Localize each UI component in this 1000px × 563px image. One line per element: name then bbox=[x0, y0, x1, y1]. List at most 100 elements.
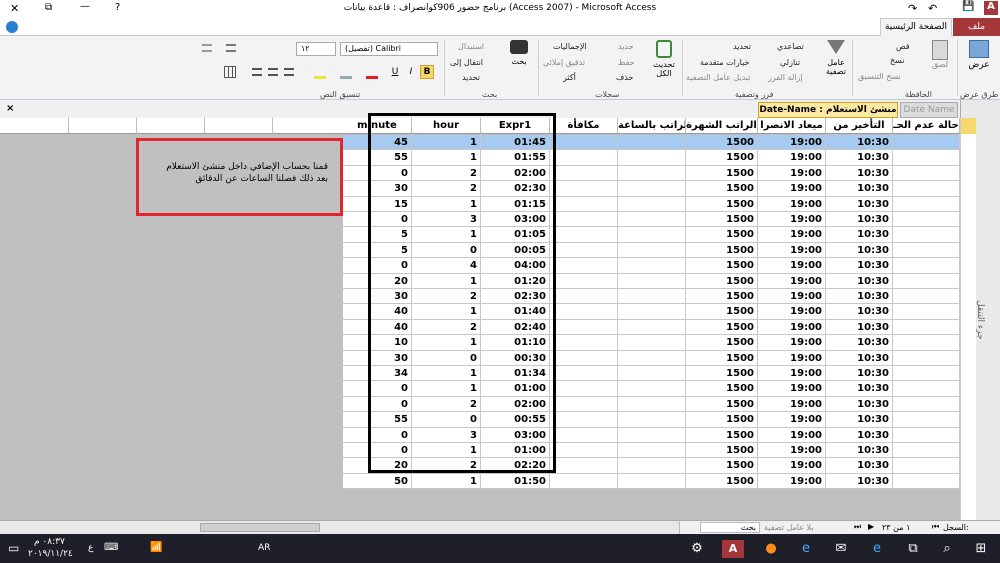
column-header-status[interactable]: حالة عدم الحـ bbox=[893, 118, 960, 134]
cell-status[interactable] bbox=[893, 273, 960, 289]
cell-status[interactable] bbox=[893, 350, 960, 366]
cell-late-from[interactable]: 10:30 bbox=[826, 427, 893, 443]
cell-late-from[interactable]: 10:30 bbox=[826, 196, 893, 212]
cell-leave-time[interactable]: 19:00 bbox=[758, 443, 826, 459]
cell-late-from[interactable]: 10:30 bbox=[826, 366, 893, 382]
underline-button[interactable]: U bbox=[388, 65, 402, 79]
cell-hourly-salary[interactable] bbox=[618, 350, 686, 366]
font-select[interactable]: (تفصيل) Calibri bbox=[340, 42, 438, 56]
cell-late-from[interactable]: 10:30 bbox=[826, 335, 893, 351]
cell-bonus[interactable] bbox=[550, 227, 618, 243]
remove-sort-button[interactable]: إزالة الفرز bbox=[768, 73, 803, 82]
row-selector-column[interactable] bbox=[960, 118, 976, 520]
cell-monthly-salary[interactable]: 1500 bbox=[686, 165, 758, 182]
cell-leave-time[interactable]: 19:00 bbox=[758, 412, 826, 428]
cell-monthly-salary[interactable]: 1500 bbox=[686, 350, 758, 366]
cell-monthly-salary[interactable]: 1500 bbox=[686, 289, 758, 305]
cell-monthly-salary[interactable]: 1500 bbox=[686, 473, 758, 490]
cell-leave-time[interactable]: 19:00 bbox=[758, 473, 826, 490]
cell-monthly-salary[interactable]: 1500 bbox=[686, 427, 758, 443]
cell-leave-time[interactable]: 19:00 bbox=[758, 304, 826, 320]
font-color-icon[interactable] bbox=[366, 65, 378, 79]
mail-icon[interactable]: ✉ bbox=[832, 540, 850, 558]
cell-late-from[interactable]: 10:30 bbox=[826, 350, 893, 366]
format-painter-button[interactable]: نسخ التنسيق bbox=[858, 72, 901, 81]
column-header-monthly-salary[interactable]: الراتب الشهرة bbox=[686, 118, 758, 134]
network-icon[interactable]: 📶 bbox=[150, 542, 162, 553]
cell-late-from[interactable]: 10:30 bbox=[826, 443, 893, 459]
cell-bonus[interactable] bbox=[550, 181, 618, 197]
search-box[interactable]: بحث bbox=[700, 522, 760, 533]
cell-hourly-salary[interactable] bbox=[618, 242, 686, 259]
cell-hourly-salary[interactable] bbox=[618, 381, 686, 397]
tab-table-date-name[interactable]: Date Name bbox=[900, 102, 958, 118]
cell-hourly-salary[interactable] bbox=[618, 165, 686, 182]
cell-monthly-salary[interactable]: 1500 bbox=[686, 458, 758, 474]
cell-hourly-salary[interactable] bbox=[618, 212, 686, 228]
list-icon[interactable] bbox=[226, 44, 236, 52]
cell-hourly-salary[interactable] bbox=[618, 273, 686, 289]
first-record-button[interactable]: ⏮ bbox=[932, 522, 939, 532]
cell-monthly-salary[interactable]: 1500 bbox=[686, 273, 758, 289]
cell-leave-time[interactable]: 19:00 bbox=[758, 196, 826, 212]
column-header-bonus[interactable]: مكافأة bbox=[550, 118, 618, 134]
cell-status[interactable] bbox=[893, 473, 960, 490]
cell-late-from[interactable]: 10:30 bbox=[826, 396, 893, 413]
cell-hourly-salary[interactable] bbox=[618, 473, 686, 490]
cell-bonus[interactable] bbox=[550, 427, 618, 443]
cell-hourly-salary[interactable] bbox=[618, 458, 686, 474]
sort-ascending-button[interactable]: تصاعدي bbox=[777, 42, 804, 51]
cell-status[interactable] bbox=[893, 181, 960, 197]
cell-late-from[interactable]: 10:30 bbox=[826, 304, 893, 320]
language-indicator[interactable]: AR bbox=[258, 543, 270, 553]
cell-hourly-salary[interactable] bbox=[618, 181, 686, 197]
cell-monthly-salary[interactable]: 1500 bbox=[686, 319, 758, 336]
selection-button[interactable]: تحديد bbox=[733, 42, 751, 51]
align-left-icon[interactable] bbox=[252, 68, 262, 76]
keyboard-icon[interactable]: ⌨ bbox=[104, 542, 118, 553]
cell-hourly-salary[interactable] bbox=[618, 366, 686, 382]
cell-leave-time[interactable]: 19:00 bbox=[758, 258, 826, 274]
cell-leave-time[interactable]: 19:00 bbox=[758, 273, 826, 289]
cell-hourly-salary[interactable] bbox=[618, 289, 686, 305]
cell-leave-time[interactable]: 19:00 bbox=[758, 242, 826, 259]
cell-late-from[interactable]: 10:30 bbox=[826, 273, 893, 289]
column-header-leave-time[interactable]: ميعاد الانصرا bbox=[758, 118, 826, 134]
cell-bonus[interactable] bbox=[550, 381, 618, 397]
cell-hourly-salary[interactable] bbox=[618, 319, 686, 336]
indent-icon[interactable] bbox=[202, 44, 212, 52]
clock-date[interactable]: ٢٠١٩/١١/٢٤ bbox=[28, 549, 73, 559]
cell-leave-time[interactable]: 19:00 bbox=[758, 227, 826, 243]
cell-bonus[interactable] bbox=[550, 319, 618, 336]
keyboard-lang[interactable]: ع bbox=[88, 543, 93, 553]
cell-bonus[interactable] bbox=[550, 258, 618, 274]
totals-button[interactable]: الإجماليات bbox=[553, 42, 587, 51]
cell-monthly-salary[interactable]: 1500 bbox=[686, 135, 758, 151]
cell-status[interactable] bbox=[893, 135, 960, 151]
cell-monthly-salary[interactable]: 1500 bbox=[686, 242, 758, 259]
tab-home[interactable]: الصفحة الرئيسية bbox=[880, 18, 952, 36]
bold-button[interactable]: B bbox=[420, 65, 434, 79]
new-record-button[interactable]: جديد bbox=[618, 42, 634, 51]
column-header-hourly-salary[interactable]: الراتب بالساعة bbox=[618, 118, 686, 134]
cell-status[interactable] bbox=[893, 242, 960, 259]
windows-start-icon[interactable]: ⊞ bbox=[972, 540, 990, 558]
cell-late-from[interactable]: 10:30 bbox=[826, 381, 893, 397]
cell-monthly-salary[interactable]: 1500 bbox=[686, 381, 758, 397]
cell-bonus[interactable] bbox=[550, 273, 618, 289]
cell-bonus[interactable] bbox=[550, 473, 618, 490]
cell-expr1[interactable]: 01:50 bbox=[481, 473, 550, 490]
cell-late-from[interactable]: 10:30 bbox=[826, 181, 893, 197]
close-document-icon[interactable]: × bbox=[6, 103, 14, 114]
cell-monthly-salary[interactable]: 1500 bbox=[686, 181, 758, 197]
sort-descending-button[interactable]: تنازلي bbox=[780, 58, 800, 67]
cell-hourly-salary[interactable] bbox=[618, 443, 686, 459]
cell-status[interactable] bbox=[893, 150, 960, 166]
cell-leave-time[interactable]: 19:00 bbox=[758, 381, 826, 397]
current-row-selector[interactable] bbox=[961, 118, 976, 134]
cell-late-from[interactable]: 10:30 bbox=[826, 150, 893, 166]
cell-monthly-salary[interactable]: 1500 bbox=[686, 212, 758, 228]
cell-status[interactable] bbox=[893, 258, 960, 274]
cell-status[interactable] bbox=[893, 381, 960, 397]
cell-hour[interactable]: 1 bbox=[412, 473, 481, 490]
